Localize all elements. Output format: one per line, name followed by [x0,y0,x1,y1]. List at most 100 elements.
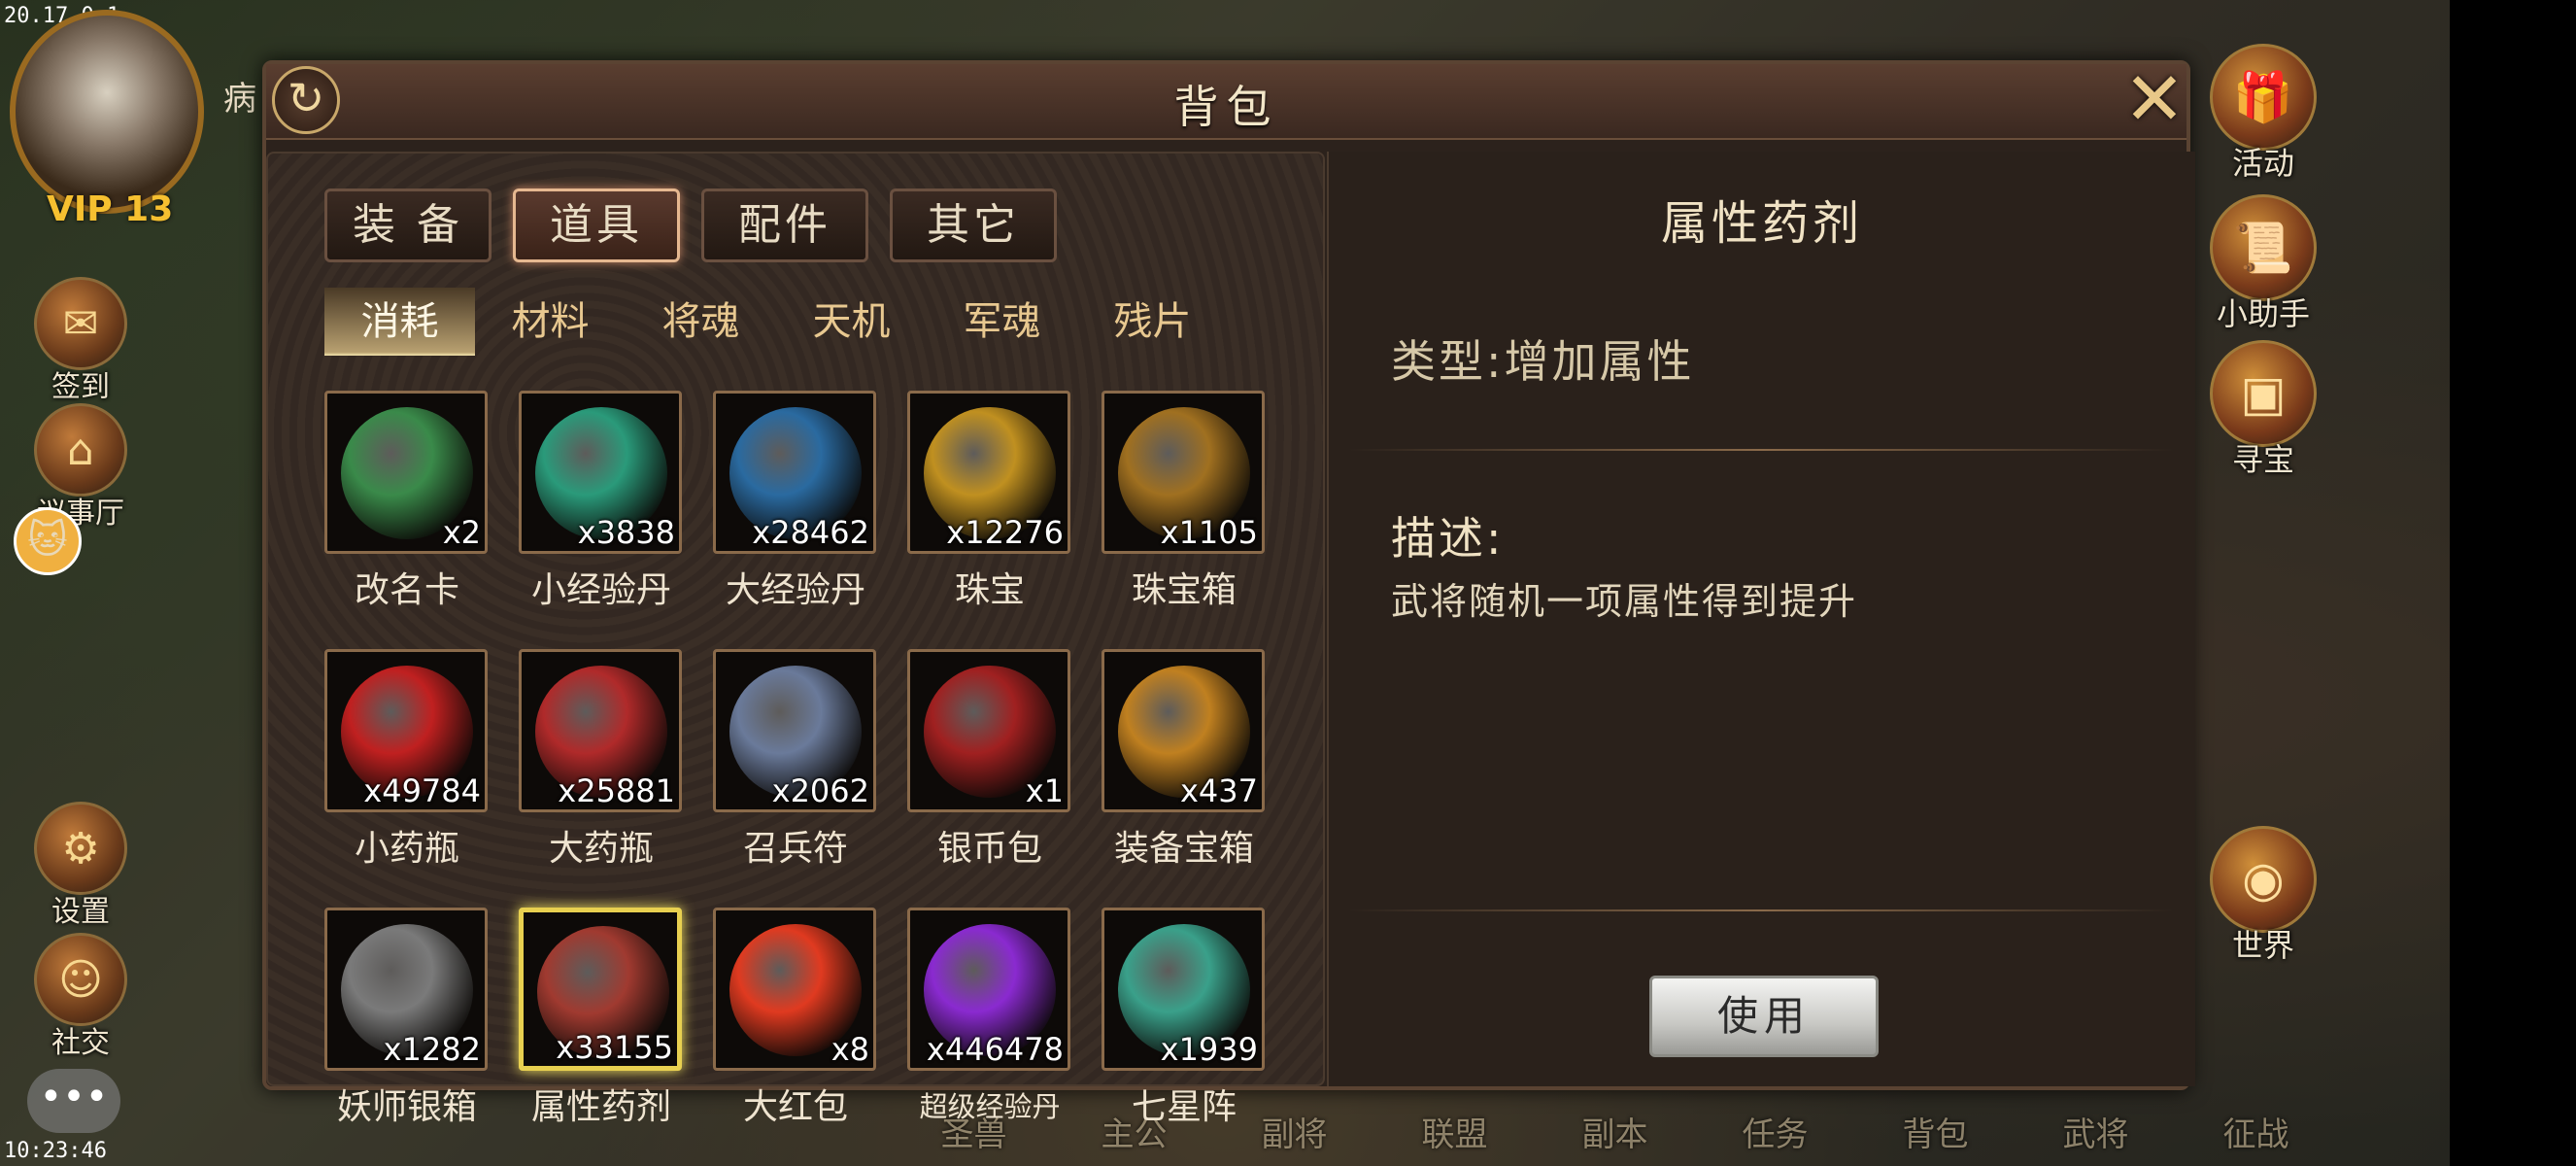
subtab-4[interactable]: 军魂 [927,288,1077,356]
detail-pane: 属性药剂 类型:增加属性 描述: 武将随机一项属性得到提升 使用 [1327,152,2195,1086]
item-quantity: x1282 [383,1031,481,1068]
inventory-item[interactable]: x1939 七星阵 [1102,908,1267,1129]
item-quantity: x49784 [363,772,481,809]
item-slot[interactable]: x1105 [1102,391,1265,554]
left-menu-checkin[interactable]: ✉ 签到 [27,277,134,405]
item-slot[interactable]: x1282 [324,908,488,1071]
item-name: 小药瓶 [354,829,459,869]
divider [1348,449,2174,451]
inventory-pane: 装 备道具 配件 其它 消耗 材料 将魂 天机 军魂 残片 x2 改名卡 x3838 小经验丹 x28… [266,152,1325,1127]
divider [1348,909,2174,911]
inventory-item[interactable]: x1282 妖师银箱 [324,908,490,1129]
bottom-nav-item[interactable]: 背包 [1855,1108,2016,1156]
backpack-dialog: ↻ 背包 ✕ 装 备道具 配件 其它 消耗 材料 将魂 天机 军魂 残片 x2 改名卡 x3838… [262,60,2195,1127]
item-name: 七星阵 [1131,1087,1237,1127]
left-menu-settings-gear[interactable]: ⚙ 设置 [27,802,134,930]
item-quantity: x25881 [558,772,675,809]
item-quantity: x8 [830,1031,869,1068]
bottom-nav-item[interactable]: 武将 [2016,1108,2176,1156]
item-slot[interactable]: x2062 [713,649,876,812]
item-slot[interactable]: x25881 [519,649,682,812]
subtab-1[interactable]: 材料 [475,288,626,356]
item-slot[interactable]: x437 [1102,649,1265,812]
right-menu-label: 世界 [2231,927,2294,964]
left-menu-label: 社交 [51,1026,110,1060]
scroll-icon: 📜 [2210,194,2317,301]
item-name: 珠宝 [954,570,1025,610]
inventory-item[interactable]: x25881 大药瓶 [519,649,684,871]
item-name: 大红包 [742,1087,848,1127]
item-slot[interactable]: x2 [324,391,488,554]
item-quantity: x1 [1025,772,1064,809]
dialog-titlebar: ↻ 背包 ✕ [266,60,2186,140]
subtab-2[interactable]: 将魂 [626,288,776,356]
tab-0[interactable]: 装 备 [324,189,491,262]
bottom-nav-item[interactable]: 副本 [1535,1108,1695,1156]
settings-gear-icon: ⚙ [34,802,127,895]
item-slot[interactable]: x8 [713,908,876,1071]
item-name: 小经验丹 [530,570,671,610]
right-menu-world[interactable]: ◉ 世界 [2200,826,2326,966]
subtab-5[interactable]: 残片 [1077,288,1228,356]
tab-1[interactable]: 道具 [513,189,680,262]
subtab-0[interactable]: 消耗 [324,288,475,356]
inventory-item[interactable]: x49784 小药瓶 [324,649,490,871]
left-menu-label: 签到 [51,370,110,404]
right-menu-gift-box[interactable]: 🎁 活动 [2200,44,2326,184]
bottom-nav-item[interactable]: 征战 [2176,1108,2336,1156]
item-quantity: x28462 [752,514,869,551]
item-slot[interactable]: x33155 [519,908,682,1071]
item-grid: x2 改名卡 x3838 小经验丹 x28462 大经验丹 x12276 珠宝 x1105 珠宝箱… [324,391,1267,1129]
player-avatar[interactable] [10,10,204,214]
left-menu-social[interactable]: ☺ 社交 [27,933,134,1061]
item-slot[interactable]: x446478 [907,908,1070,1071]
item-slot[interactable]: x3838 [519,391,682,554]
description-label: 描述: [1391,512,1505,565]
right-menu-treasure-chest[interactable]: ▣ 寻宝 [2200,340,2326,480]
gift-box-icon: 🎁 [2210,44,2317,151]
inventory-item[interactable]: x2 改名卡 [324,391,490,612]
category-tabs: 装 备道具 配件 其它 [324,189,1057,262]
inventory-item[interactable]: x437 装备宝箱 [1102,649,1267,871]
right-menu-label: 寻宝 [2231,441,2294,478]
bottom-nav-item[interactable]: 联盟 [1374,1108,1535,1156]
bottom-nav-item[interactable]: 任务 [1695,1108,1855,1156]
item-slot[interactable]: x12276 [907,391,1070,554]
inventory-item[interactable]: x1 银币包 [907,649,1072,871]
inventory-item[interactable]: x12276 珠宝 [907,391,1072,612]
item-quantity: x1939 [1160,1031,1258,1068]
world-icon: ◉ [2210,826,2317,933]
item-slot[interactable]: x1939 [1102,908,1265,1071]
item-slot[interactable]: x49784 [324,649,488,812]
item-slot[interactable]: x1 [907,649,1070,812]
use-button[interactable]: 使用 [1649,976,1879,1057]
item-slot[interactable]: x28462 [713,391,876,554]
inventory-item[interactable]: x28462 大经验丹 [713,391,878,612]
subtab-3[interactable]: 天机 [776,288,927,356]
tab-2[interactable]: 配件 [701,189,868,262]
inventory-item[interactable]: x446478 超级经验丹 [907,908,1072,1129]
checkin-icon: ✉ [34,277,127,370]
detail-type: 类型:增加属性 [1391,335,1695,388]
inventory-item[interactable]: x2062 召兵符 [713,649,878,871]
inventory-item[interactable]: x1105 珠宝箱 [1102,391,1267,612]
description-text: 武将随机一项属性得到提升 [1391,580,1858,623]
item-name: 大药瓶 [548,829,654,869]
tab-3[interactable]: 其它 [890,189,1057,262]
chat-button[interactable]: ••• [27,1069,120,1133]
subcategory-tabs: 消耗 材料 将魂 天机 军魂 残片 [324,288,1228,356]
right-menu-label: 小助手 [2216,295,2310,332]
close-icon[interactable]: ✕ [2119,60,2189,138]
cat-assistant-icon[interactable]: 🐱 [14,507,82,575]
clock: 10:23:46 [4,1139,107,1163]
left-menu-label: 设置 [51,895,110,929]
inventory-item[interactable]: x3838 小经验丹 [519,391,684,612]
item-name: 召兵符 [742,829,848,869]
inventory-item[interactable]: x8 大红包 [713,908,878,1129]
dialog-title: 背包 [1173,81,1279,133]
item-name: 改名卡 [354,570,459,610]
detail-title: 属性药剂 [1660,196,1863,251]
right-menu-scroll[interactable]: 📜 小助手 [2200,194,2326,334]
inventory-item[interactable]: x33155 属性药剂 [519,908,684,1129]
item-name: 大经验丹 [725,570,865,610]
